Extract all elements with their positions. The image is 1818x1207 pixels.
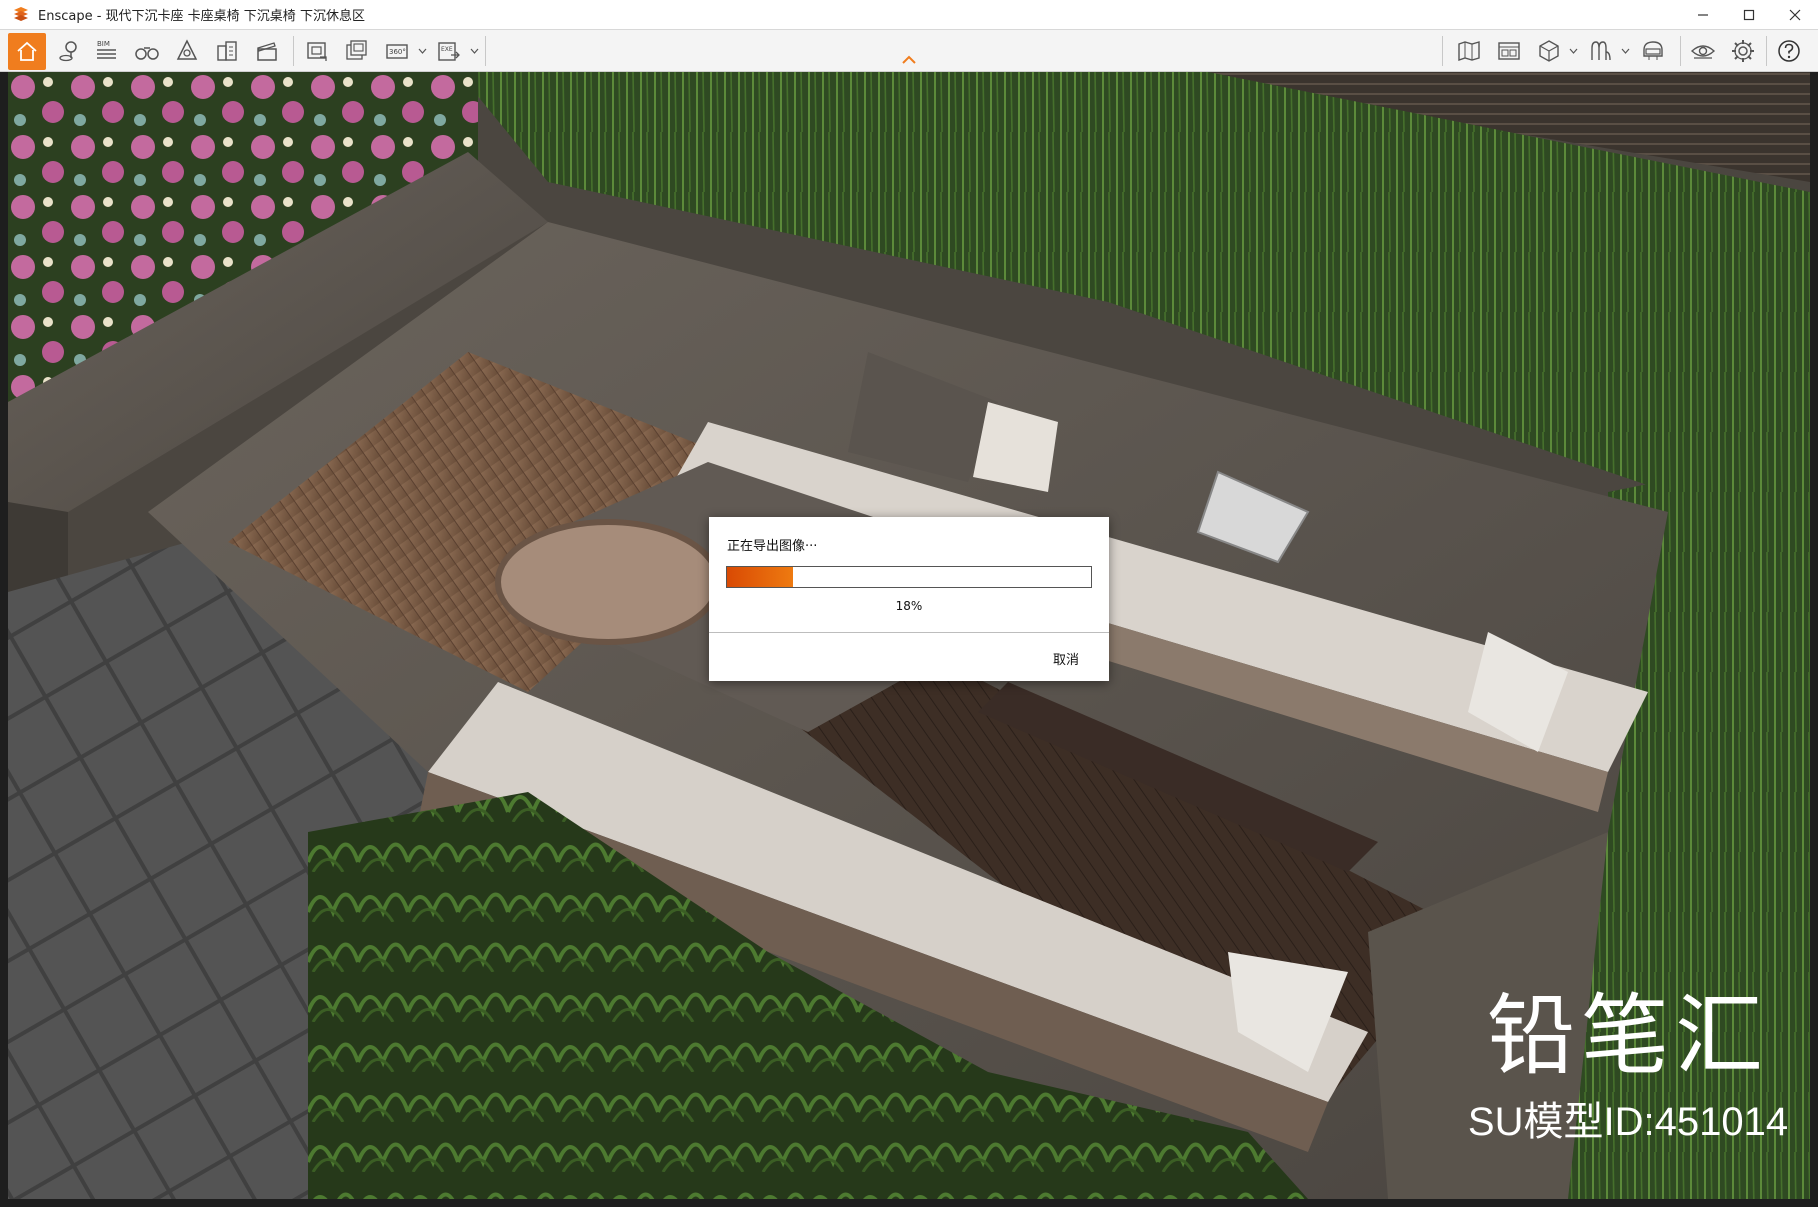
exe-export-icon: EXE [438,42,460,61]
perspective-icon [176,39,198,60]
window-title: Enscape - 现代下沉卡座 卡座桌椅 下沉桌椅 下沉休息区 [38,9,365,24]
minimize-icon [1698,14,1708,16]
chevron-down-icon [1569,48,1578,54]
progress-bar [726,566,1092,588]
watermark-logo-text: 铅笔汇 [1486,984,1769,1087]
screenshot-export-button[interactable] [300,34,334,68]
progress-bar-fill [727,567,793,587]
toolbar-separator [485,36,486,66]
map-view-button[interactable] [1452,34,1486,68]
enscape-logo-icon [14,6,28,21]
toolbar-separator [1442,36,1443,66]
svg-text:360°: 360° [389,48,406,56]
maximize-icon [1743,9,1755,21]
help-icon [1778,40,1800,62]
binoculars-button[interactable] [130,34,164,68]
chevron-down-icon [470,48,479,54]
screenshot-export-icon [307,42,327,61]
perspective-button[interactable] [170,34,204,68]
settings-button[interactable] [1726,34,1760,68]
home-button[interactable] [8,33,46,70]
gear-icon [1732,40,1754,62]
bim-button[interactable]: BIM [90,34,124,68]
vr-headset-button[interactable] [1636,34,1670,68]
buildings-icon [217,41,237,61]
batch-export-button[interactable] [340,34,374,68]
watermark-model-id: SU模型ID:451014 [1467,1100,1789,1144]
buildings-button[interactable] [210,34,244,68]
map-view-icon [1458,41,1480,61]
exe-dropdown-button[interactable] [470,44,480,58]
svg-text:BIM: BIM [97,40,110,48]
help-button[interactable] [1772,34,1806,68]
chevron-down-icon [418,48,427,54]
toolbar-separator [1766,36,1767,66]
material-editor-button[interactable] [1584,34,1618,68]
collapse-toolbar-chevron-icon[interactable] [900,52,918,66]
view-management-icon [1498,42,1520,60]
maximize-button[interactable] [1726,0,1772,30]
home-icon [17,41,37,61]
title-bar: Enscape - 现代下沉卡座 卡座桌椅 下沉桌椅 下沉休息区 [0,0,1818,30]
asset-cube-icon [1539,40,1559,62]
dialog-divider [709,632,1109,633]
helmet-vr-icon [1643,41,1663,60]
chevron-down-icon [1621,48,1630,54]
close-button[interactable] [1772,0,1818,30]
toolbar-separator [1680,36,1681,66]
material-icon [1591,41,1611,61]
material-dropdown-button[interactable] [1621,44,1631,58]
toolbar: BIM 360° EXE [0,30,1818,72]
bim-icon: BIM [97,40,116,59]
binoculars-icon [135,47,159,60]
map-pin-icon [59,41,77,62]
batch-export-icon [346,40,367,60]
view-management-button[interactable] [1492,34,1526,68]
window-controls [1680,0,1818,30]
svg-text:EXE: EXE [441,46,453,53]
asset-library-button[interactable] [1532,34,1566,68]
asset-dropdown-button[interactable] [1569,44,1579,58]
clapperboard-icon [257,42,277,61]
cancel-button[interactable]: 取消 [1047,645,1085,672]
panorama-360-button[interactable]: 360° [380,34,414,68]
close-icon [1789,9,1801,21]
minimize-button[interactable] [1680,0,1726,30]
dialog-title: 正在导出图像··· [727,539,818,554]
exe-export-button[interactable]: EXE [432,34,466,68]
panorama-dropdown-button[interactable] [418,44,428,58]
toolbar-separator [293,36,294,66]
panorama-360-icon: 360° [386,44,408,59]
clapperboard-button[interactable] [250,34,284,68]
visual-settings-button[interactable] [1686,34,1720,68]
eye-visual-settings-icon [1690,45,1716,59]
export-progress-dialog: 正在导出图像··· 18% 取消 [709,517,1109,681]
map-pin-button[interactable] [52,34,86,68]
progress-percent-label: 18% [895,599,923,613]
